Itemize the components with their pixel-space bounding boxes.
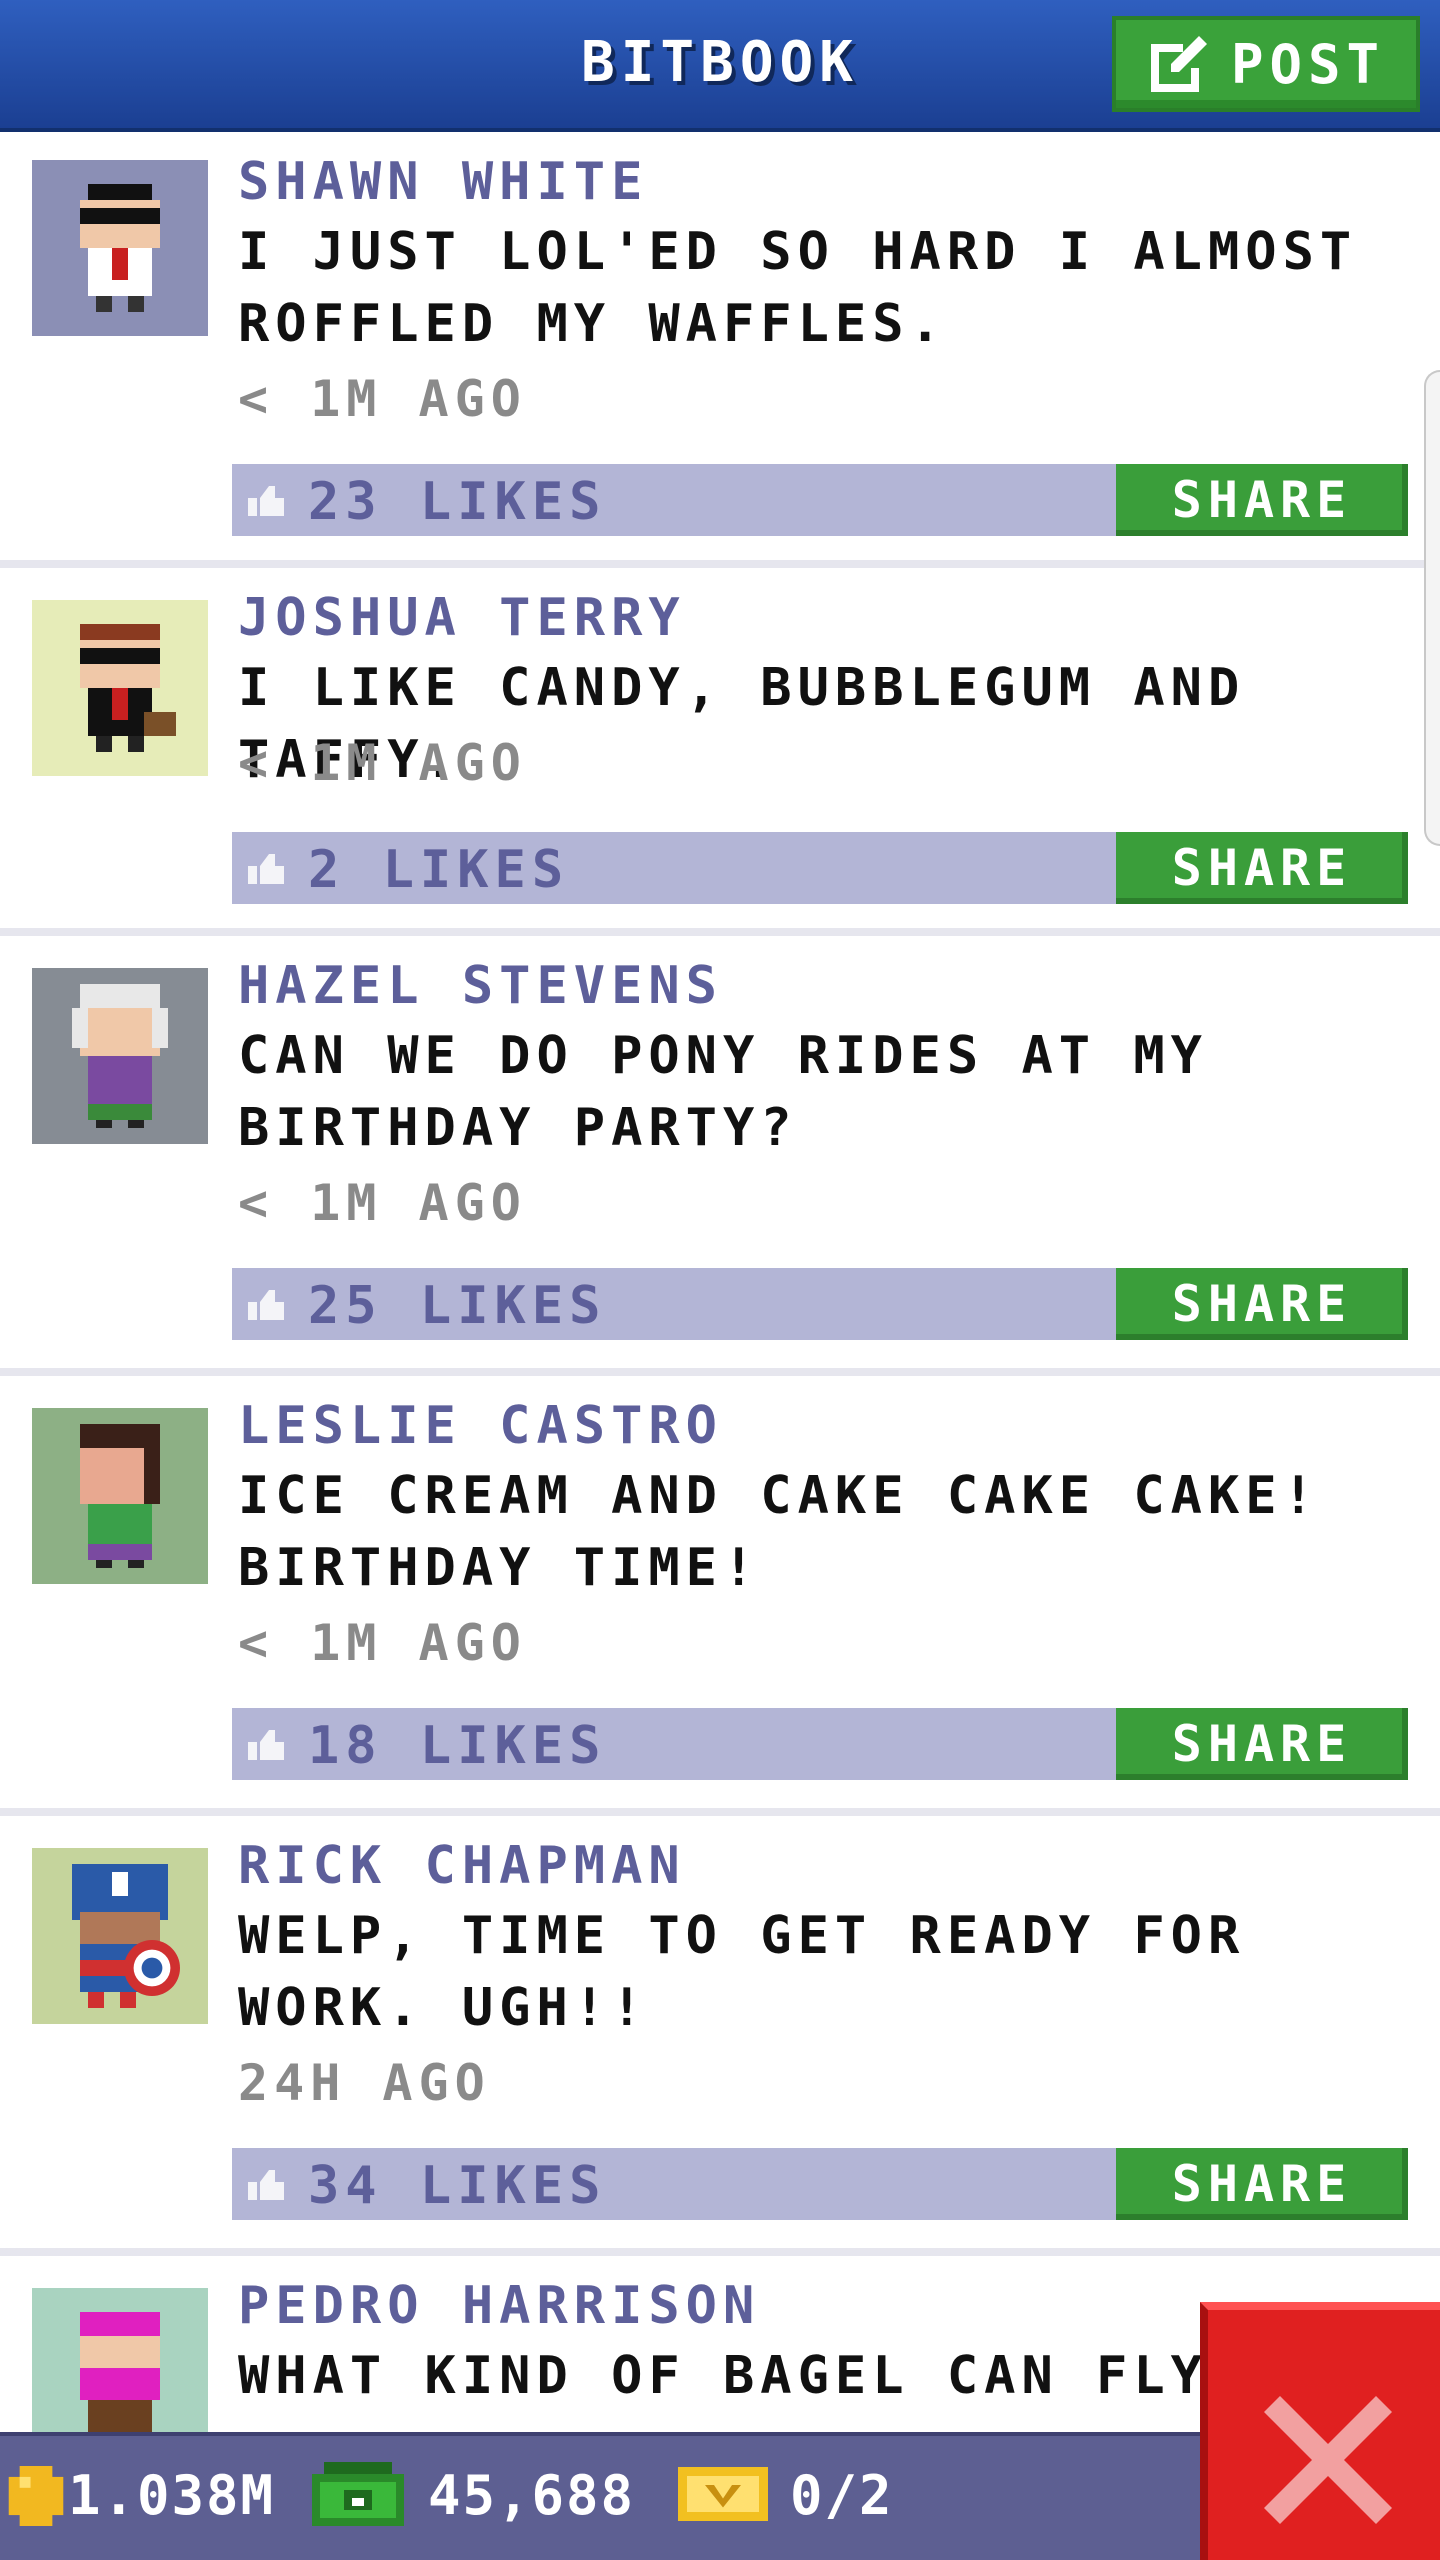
share-button[interactable]: SHARE xyxy=(1116,1708,1408,1780)
post-author[interactable]: HAZEL STEVENS xyxy=(238,956,723,1016)
app-header: BITBOOK POST xyxy=(0,0,1440,132)
avatar xyxy=(32,1408,208,1584)
post-time: < 1M AGO xyxy=(238,370,527,428)
thumbs-up-icon[interactable] xyxy=(248,1730,284,1760)
share-button[interactable]: SHARE xyxy=(1116,464,1408,536)
avatar xyxy=(32,1848,208,2024)
like-bar: 34 LIKES SHARE xyxy=(232,2148,1408,2220)
avatar-image xyxy=(32,1408,208,1584)
avatar-image xyxy=(32,160,208,336)
post-time: < 1M AGO xyxy=(238,1614,527,1672)
thumbs-up-icon[interactable] xyxy=(248,486,284,516)
like-bar: 2 LIKES SHARE xyxy=(232,832,1408,904)
post-author[interactable]: JOSHUA TERRY xyxy=(238,588,686,648)
post-time: 24H AGO xyxy=(238,2054,491,2112)
post-author[interactable]: LESLIE CASTRO xyxy=(238,1396,723,1456)
post-author[interactable]: PEDRO HARRISON xyxy=(238,2276,760,2336)
feed-post: JOSHUA TERRY I LIKE CANDY, BUBBLEGUM AND… xyxy=(0,568,1440,936)
feed-post: RICK CHAPMAN WELP, TIME TO GET READY FOR… xyxy=(0,1816,1440,2256)
share-button[interactable]: SHARE xyxy=(1116,2148,1408,2220)
bux-icon xyxy=(312,2462,404,2526)
thumbs-up-icon[interactable] xyxy=(248,2170,284,2200)
likes-count: 34 LIKES xyxy=(308,2156,607,2216)
likes-count: 18 LIKES xyxy=(308,1716,607,1776)
likes-count: 23 LIKES xyxy=(308,472,607,532)
thumbs-up-icon[interactable] xyxy=(248,854,284,884)
likes-count: 2 LIKES xyxy=(308,840,570,900)
close-button[interactable] xyxy=(1200,2302,1440,2560)
post-author[interactable]: SHAWN WHITE xyxy=(238,152,648,212)
post-message: ICE CREAM AND CAKE CAKE CAKE! BIRTHDAY T… xyxy=(238,1466,1320,1598)
post-time: < 1M AGO xyxy=(238,1174,527,1232)
feed-post: LESLIE CASTRO ICE CREAM AND CAKE CAKE CA… xyxy=(0,1376,1440,1816)
post-time: < 1M AGO xyxy=(238,734,527,792)
avatar-image xyxy=(32,600,208,776)
avatar xyxy=(32,160,208,336)
post-message: CAN WE DO PONY RIDES AT MY BIRTHDAY PART… xyxy=(238,1026,1208,1158)
bux-value: 45,688 xyxy=(428,2464,636,2527)
like-bar: 25 LIKES SHARE xyxy=(232,1268,1408,1340)
coins-value: 1.038M xyxy=(68,2464,276,2527)
like-bar: 23 LIKES SHARE xyxy=(232,464,1408,536)
thumbs-up-icon[interactable] xyxy=(248,1290,284,1320)
avatar xyxy=(32,600,208,776)
close-icon xyxy=(1264,2396,1392,2524)
like-bar: 18 LIKES SHARE xyxy=(232,1708,1408,1780)
feed-post: HAZEL STEVENS CAN WE DO PONY RIDES AT MY… xyxy=(0,936,1440,1376)
vip-ticket-icon xyxy=(678,2467,768,2521)
scrollbar-thumb[interactable] xyxy=(1424,370,1440,846)
likes-count: 25 LIKES xyxy=(308,1276,607,1336)
avatar-image xyxy=(32,968,208,1144)
post-author[interactable]: RICK CHAPMAN xyxy=(238,1836,686,1896)
coin-icon xyxy=(8,2466,64,2526)
vip-value: 0/2 xyxy=(790,2464,894,2527)
edit-icon xyxy=(1150,36,1207,92)
avatar-image xyxy=(32,1848,208,2024)
avatar xyxy=(32,968,208,1144)
post-button[interactable]: POST xyxy=(1112,16,1420,112)
post-message: WELP, TIME TO GET READY FOR WORK. UGH!! xyxy=(238,1906,1246,2038)
share-button[interactable]: SHARE xyxy=(1116,1268,1408,1340)
post-message: I JUST LOL'ED SO HARD I ALMOST ROFFLED M… xyxy=(238,222,1358,354)
post-button-label: POST xyxy=(1230,32,1386,96)
share-button[interactable]: SHARE xyxy=(1116,832,1408,904)
feed-post: SHAWN WHITE I JUST LOL'ED SO HARD I ALMO… xyxy=(0,132,1440,568)
